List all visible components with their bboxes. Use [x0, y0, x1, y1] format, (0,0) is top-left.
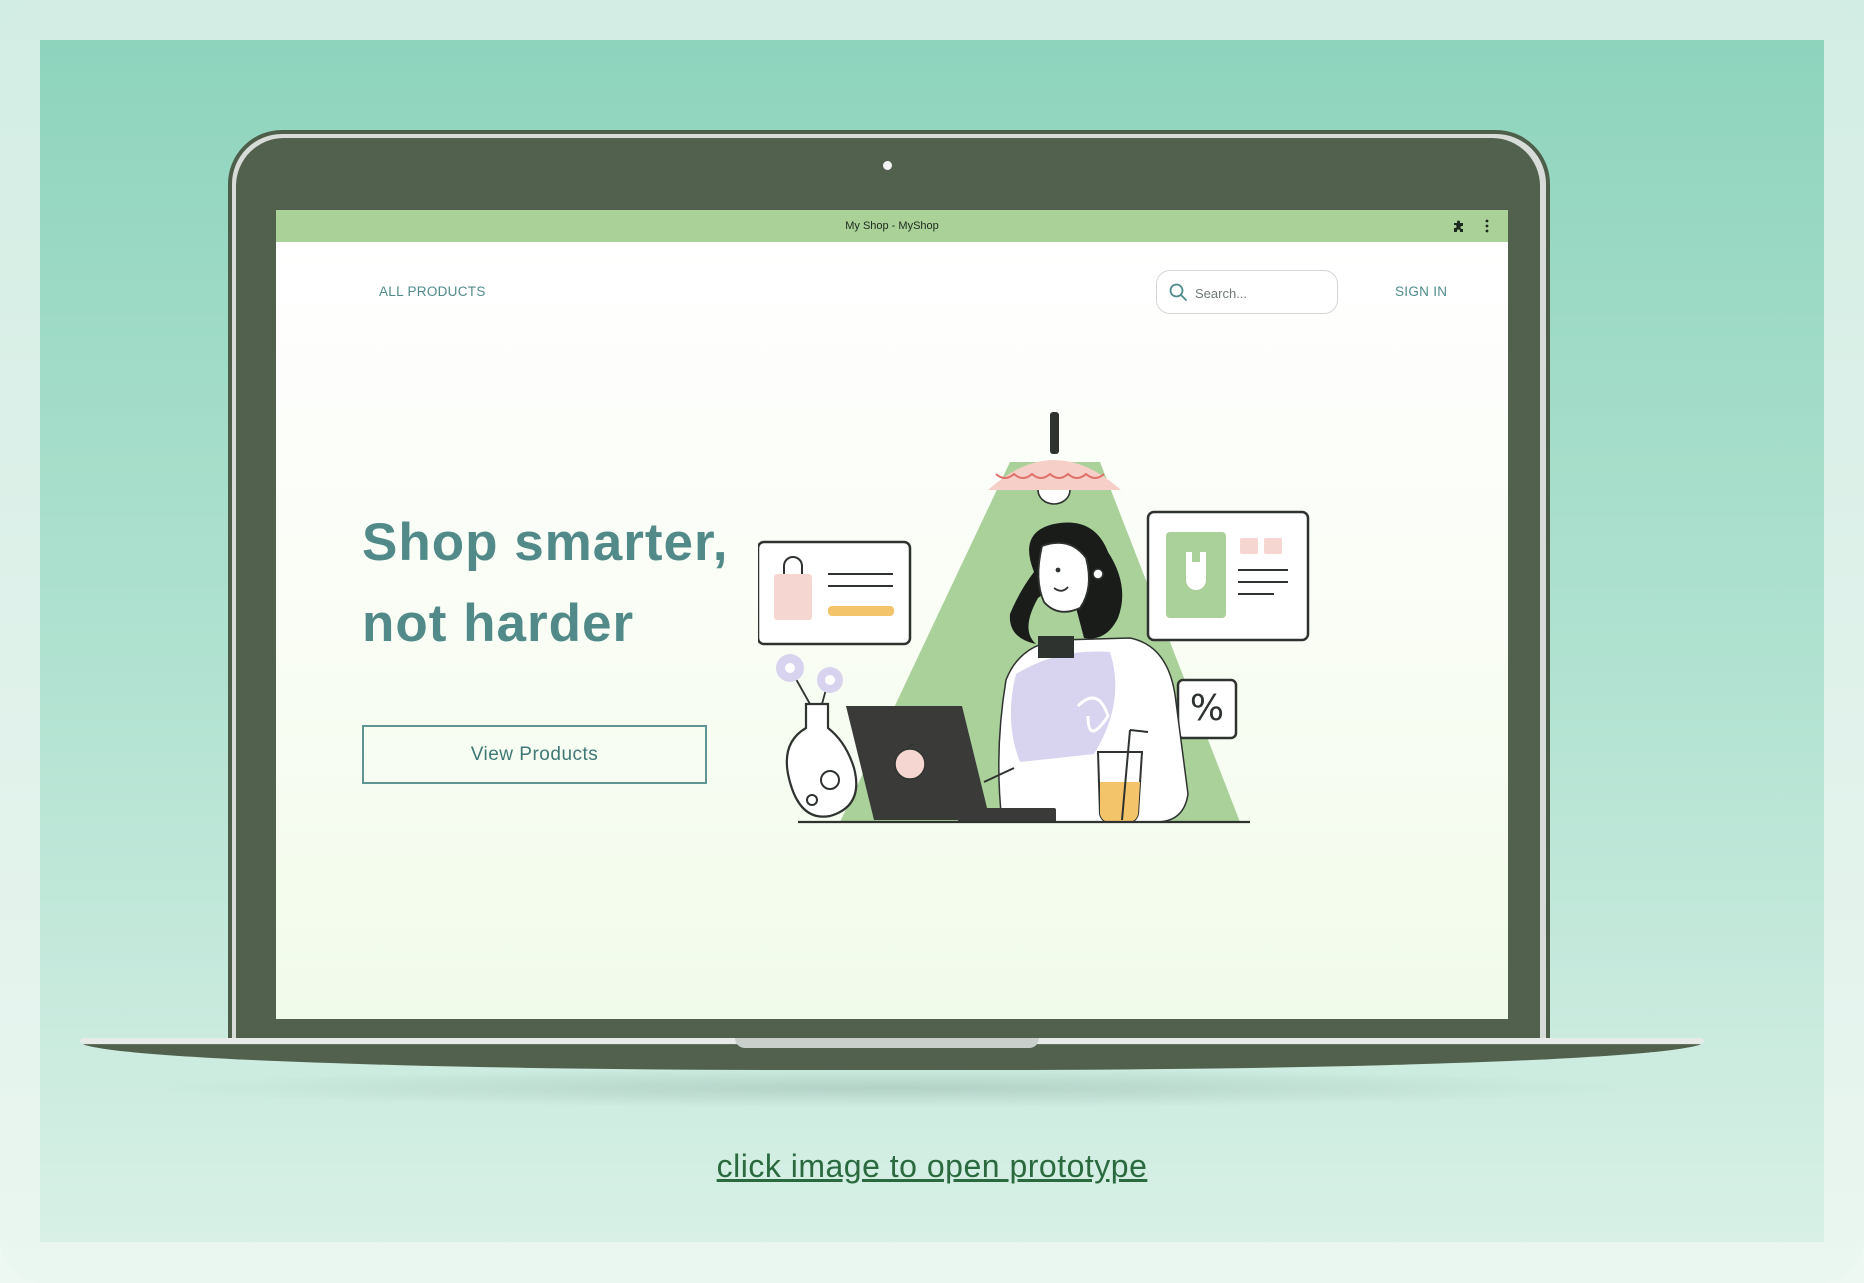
open-prototype-link[interactable]: click image to open prototype	[0, 1148, 1864, 1185]
search-icon	[1169, 283, 1187, 301]
hero-headline: Shop smarter, not harder	[362, 502, 782, 664]
browser-titlebar: My Shop - MyShop	[276, 210, 1508, 242]
hero-headline-line2: not harder	[362, 594, 635, 653]
sign-in-link[interactable]: SIGN IN	[1395, 284, 1447, 299]
view-products-button[interactable]: View Products	[362, 725, 707, 784]
bag-icon	[774, 574, 812, 620]
search-input[interactable]	[1193, 282, 1327, 304]
browser-title: My Shop - MyShop	[845, 220, 939, 232]
laptop-base-notch	[735, 1038, 1039, 1048]
laptop-screen[interactable]: My Shop - MyShop ALL PRODUCTS SIGN IN Sh…	[276, 210, 1508, 1019]
hero-illustration: %	[758, 412, 1310, 824]
flower-vase	[776, 654, 858, 818]
hero-headline-line1: Shop smarter,	[362, 513, 729, 572]
camera-dot	[883, 161, 892, 170]
svg-text:%: %	[1190, 688, 1224, 729]
lamp-cord	[1050, 412, 1059, 454]
search-box[interactable]	[1156, 270, 1338, 314]
puzzle-piece-icon[interactable]	[1452, 219, 1466, 233]
nav-all-products[interactable]: ALL PRODUCTS	[379, 284, 486, 299]
shop-page: ALL PRODUCTS SIGN IN Shop smarter, not h…	[276, 242, 1508, 1019]
vertical-ellipsis-icon[interactable]	[1484, 218, 1490, 234]
laptop-shadow	[140, 1068, 1644, 1108]
lamp-shade	[988, 460, 1121, 490]
woman-face	[1037, 542, 1090, 613]
